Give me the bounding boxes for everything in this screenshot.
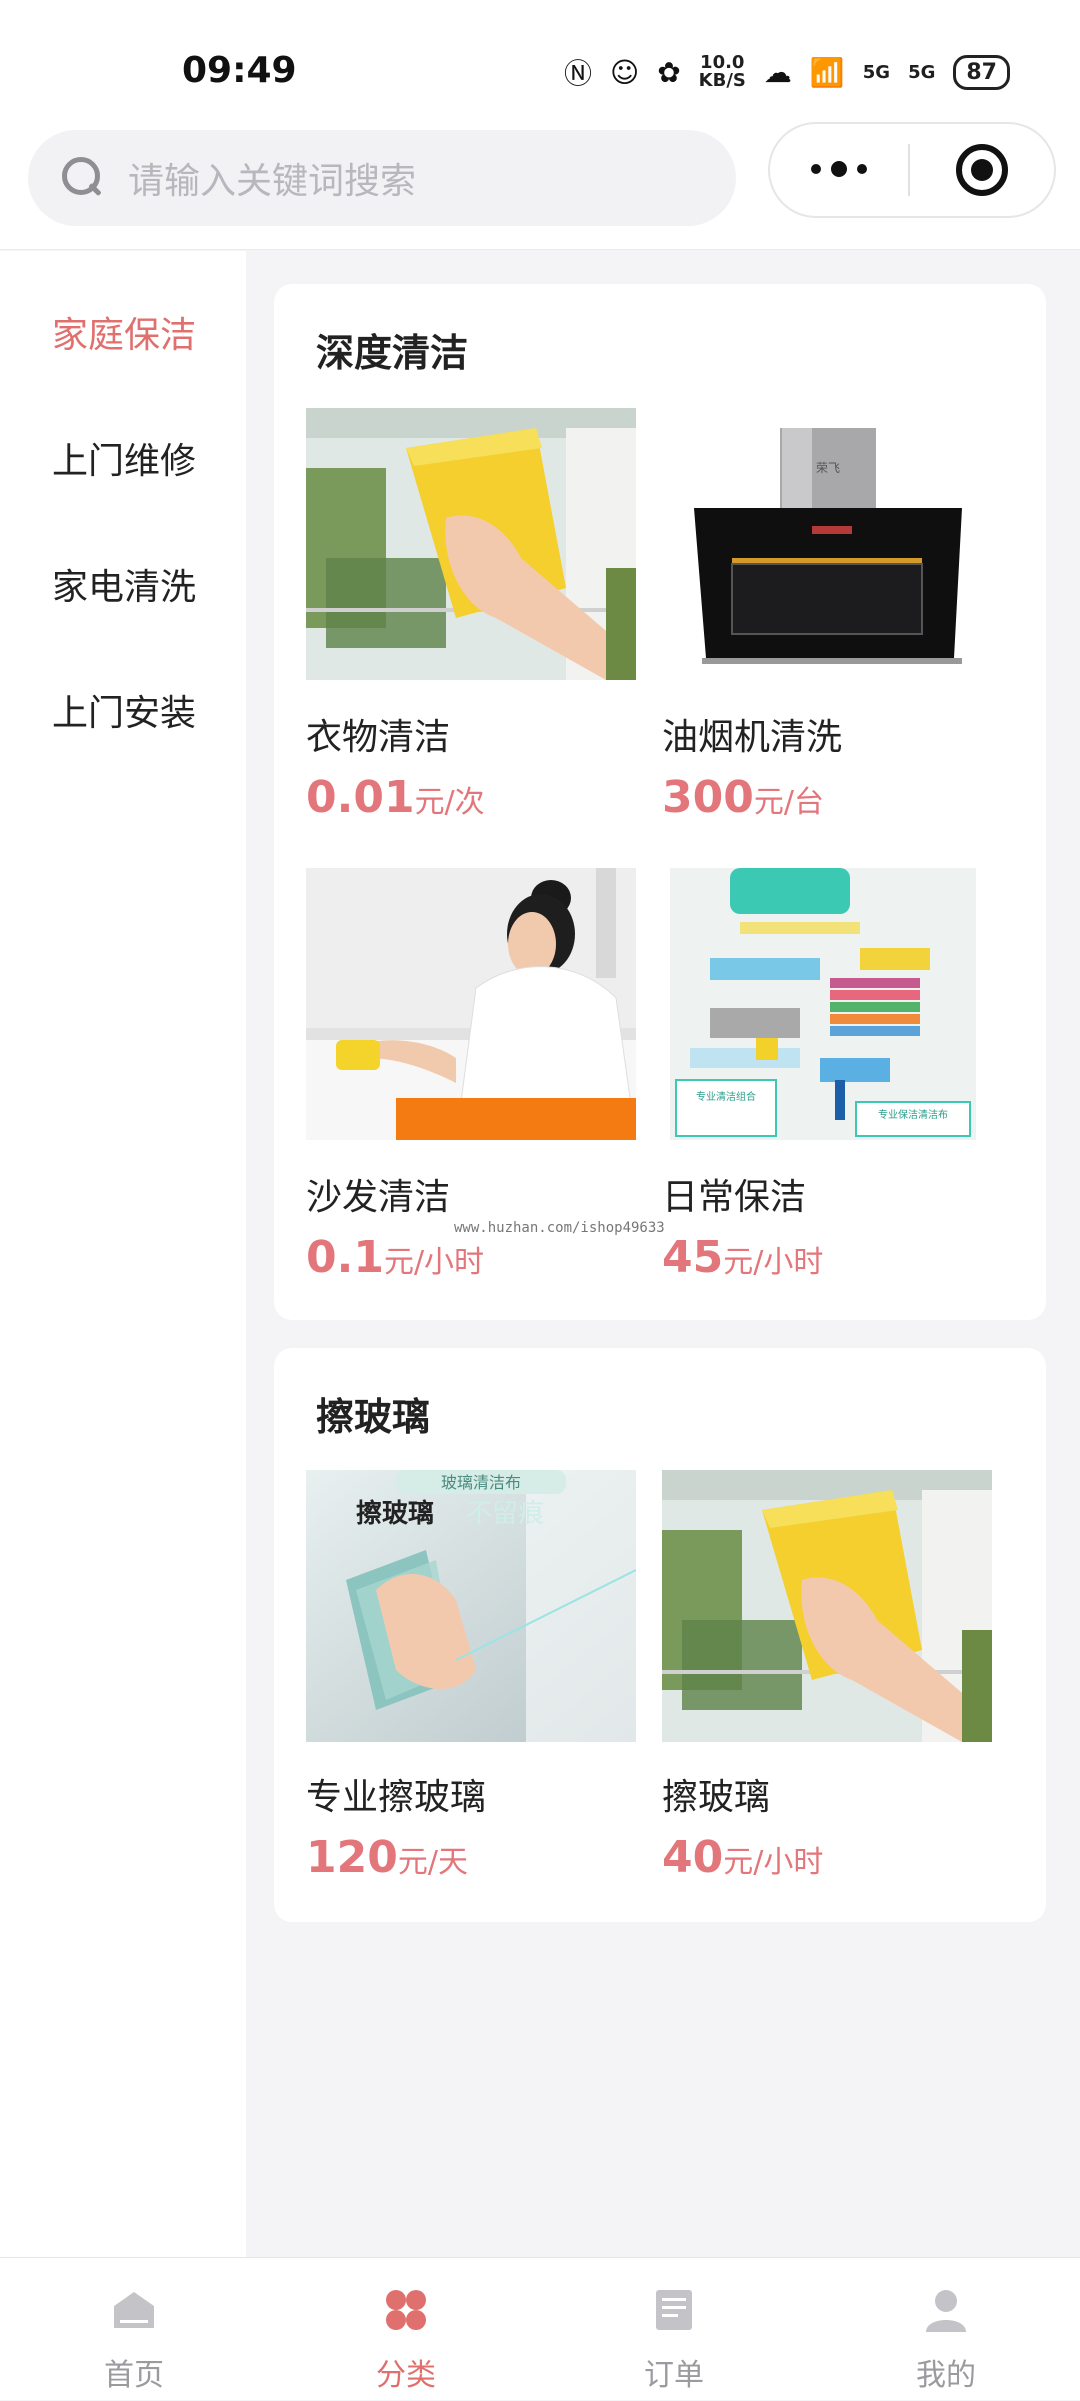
battery-indicator: 87	[953, 54, 1010, 90]
sidebar-item-home-cleaning[interactable]: 家庭保洁	[52, 306, 196, 358]
service-name: 擦玻璃	[662, 1777, 771, 1818]
section-card-glass-cleaning: 擦玻璃 玻璃清洁布 擦玻璃 不留痕 专业擦玻璃 120元/天 擦玻璃 40元/小…	[274, 1348, 1046, 1922]
category-content: 深度清洁 衣物清洁 0.01元/次 荣飞 油烟机清洗 300元/台 沙发清洁 0…	[246, 251, 1080, 2257]
sidebar-item-installation[interactable]: 上门安装	[52, 684, 196, 736]
more-menu-button[interactable]	[770, 160, 908, 177]
tab-label: 我的	[916, 2358, 976, 2393]
tab-category[interactable]: 分类	[336, 2258, 476, 2401]
signal-5g-2: 5G	[908, 61, 936, 83]
order-icon	[650, 2286, 698, 2334]
pet-icon: ☺	[609, 55, 640, 89]
flower-icon: ✿	[657, 55, 681, 89]
nfc-icon: Ⓝ	[563, 57, 592, 90]
close-mini-program-button[interactable]	[910, 144, 1054, 196]
service-name: 衣物清洁	[306, 717, 451, 758]
sidebar-item-appliance-cleaning[interactable]: 家电清洗	[52, 558, 196, 610]
home-icon	[110, 2286, 158, 2334]
bottom-tab-bar: 首页 分类 订单 我的	[0, 2257, 1080, 2400]
network-speed: 10.0 KB/S	[698, 52, 746, 91]
tab-label: 首页	[104, 2358, 164, 2393]
tab-orders[interactable]: 订单	[604, 2258, 744, 2401]
service-price: 0.01元/次	[306, 772, 485, 823]
section-card-deep-cleaning: 深度清洁 衣物清洁 0.01元/次 荣飞 油烟机清洗 300元/台 沙发清洁 0…	[274, 284, 1046, 1320]
service-item[interactable]: 荣飞	[662, 408, 992, 680]
svg-text:荣飞: 荣飞	[816, 461, 840, 475]
service-name: 专业擦玻璃	[306, 1777, 487, 1818]
service-item[interactable]	[306, 868, 636, 1140]
status-bar: 09:49 Ⓝ ☺ ✿ 10.0 KB/S ☁ 📶 5G 5G 87	[0, 0, 1080, 130]
user-icon	[922, 2286, 970, 2334]
category-icon	[382, 2286, 430, 2334]
service-price: 300元/台	[662, 772, 824, 823]
service-item[interactable]	[662, 1470, 992, 1742]
signal-5g-1: 5G	[862, 61, 891, 83]
target-icon	[956, 144, 1009, 196]
service-image	[306, 408, 636, 680]
search-input[interactable]: 请输入关键词搜索	[28, 130, 736, 226]
svg-text:擦玻璃: 擦玻璃	[356, 1498, 434, 1529]
wifi-icon: 📶	[809, 55, 845, 89]
service-item[interactable]: 玻璃清洁布 擦玻璃 不留痕	[306, 1470, 636, 1742]
service-image: 荣飞	[662, 408, 992, 680]
service-item[interactable]	[306, 408, 636, 680]
service-name: 油烟机清洗	[662, 717, 843, 758]
search-placeholder: 请输入关键词搜索	[128, 161, 417, 202]
section-title: 擦玻璃	[316, 1395, 431, 1439]
top-bar: 请输入关键词搜索	[0, 122, 1080, 250]
service-image	[662, 1470, 992, 1742]
service-price: 40元/小时	[662, 1832, 824, 1883]
service-image	[306, 868, 636, 1140]
status-icons: Ⓝ ☺ ✿ 10.0 KB/S ☁ 📶 5G 5G 87	[564, 52, 1010, 92]
tab-label: 分类	[376, 2358, 436, 2393]
watermark: www.huzhan.com/ishop49633	[454, 1220, 665, 1236]
section-title: 深度清洁	[316, 331, 469, 375]
service-price: 120元/天	[306, 1832, 468, 1883]
tab-label: 订单	[644, 2358, 704, 2393]
status-time: 09:49	[182, 50, 297, 91]
service-name: 沙发清洁	[306, 1177, 451, 1218]
category-sidebar: 家庭保洁 上门维修 家电清洗 上门安装	[0, 251, 246, 2257]
service-item[interactable]: 专业清洁组合 专业保洁清洁布	[670, 868, 976, 1140]
service-price: 45元/小时	[662, 1232, 824, 1283]
search-icon	[56, 153, 106, 203]
svg-text:专业清洁组合: 专业清洁组合	[696, 1090, 756, 1103]
tab-mine[interactable]: 我的	[876, 2258, 1016, 2401]
svg-text:专业保洁清洁布: 专业保洁清洁布	[878, 1108, 948, 1121]
service-name: 日常保洁	[662, 1177, 807, 1218]
hd-icon: ☁	[763, 55, 792, 89]
tab-home[interactable]: 首页	[64, 2258, 204, 2401]
service-image: 专业清洁组合 专业保洁清洁布	[670, 868, 976, 1140]
sidebar-item-repair[interactable]: 上门维修	[52, 432, 196, 484]
svg-text:不留痕: 不留痕	[466, 1499, 544, 1529]
service-price: 0.1元/小时	[306, 1232, 485, 1283]
mini-program-capsule	[768, 122, 1056, 218]
service-image: 玻璃清洁布 擦玻璃 不留痕	[306, 1470, 636, 1742]
svg-text:玻璃清洁布: 玻璃清洁布	[441, 1473, 521, 1492]
